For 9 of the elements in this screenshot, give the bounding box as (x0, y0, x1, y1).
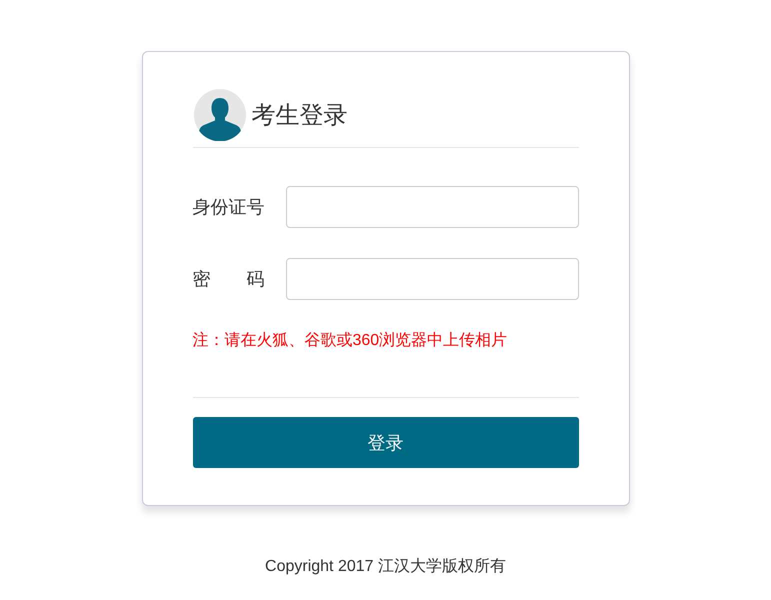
login-title: 考生登录 (252, 100, 348, 131)
input-field[interactable] (286, 258, 578, 300)
input-field[interactable] (286, 186, 578, 228)
notice-text: 注：请在火狐、谷歌或360浏览器中上传相片 (192, 330, 508, 351)
copyright-text: Copyright 2017 江汉大学版权所有 (265, 556, 506, 577)
avatar-icon (194, 89, 246, 141)
field-label: 身份证号 (192, 196, 266, 219)
login-button[interactable]: 登录 (192, 417, 578, 468)
field-label: 密 码 (192, 268, 266, 291)
